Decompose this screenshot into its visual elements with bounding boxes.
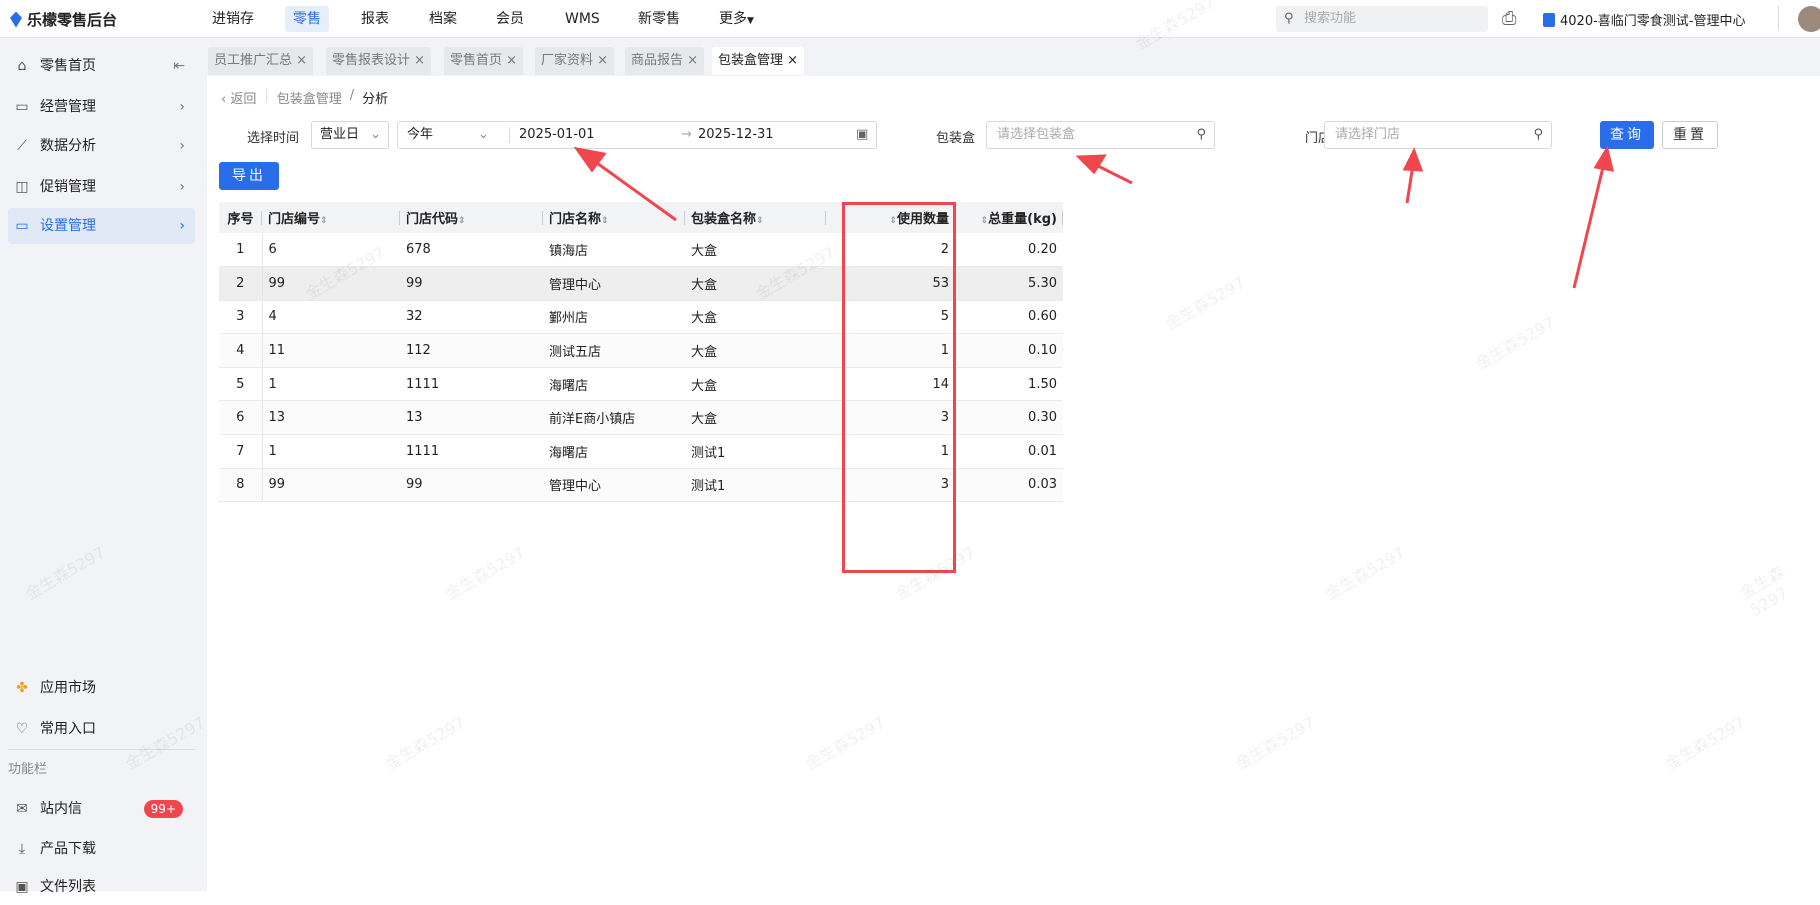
annotation-arrows [573, 145, 1614, 289]
arrow-date [589, 156, 677, 222]
arrow-head [1402, 147, 1424, 172]
arrow-head [1593, 145, 1614, 172]
arrow-head [1075, 154, 1107, 175]
arrow-query [1572, 162, 1606, 289]
